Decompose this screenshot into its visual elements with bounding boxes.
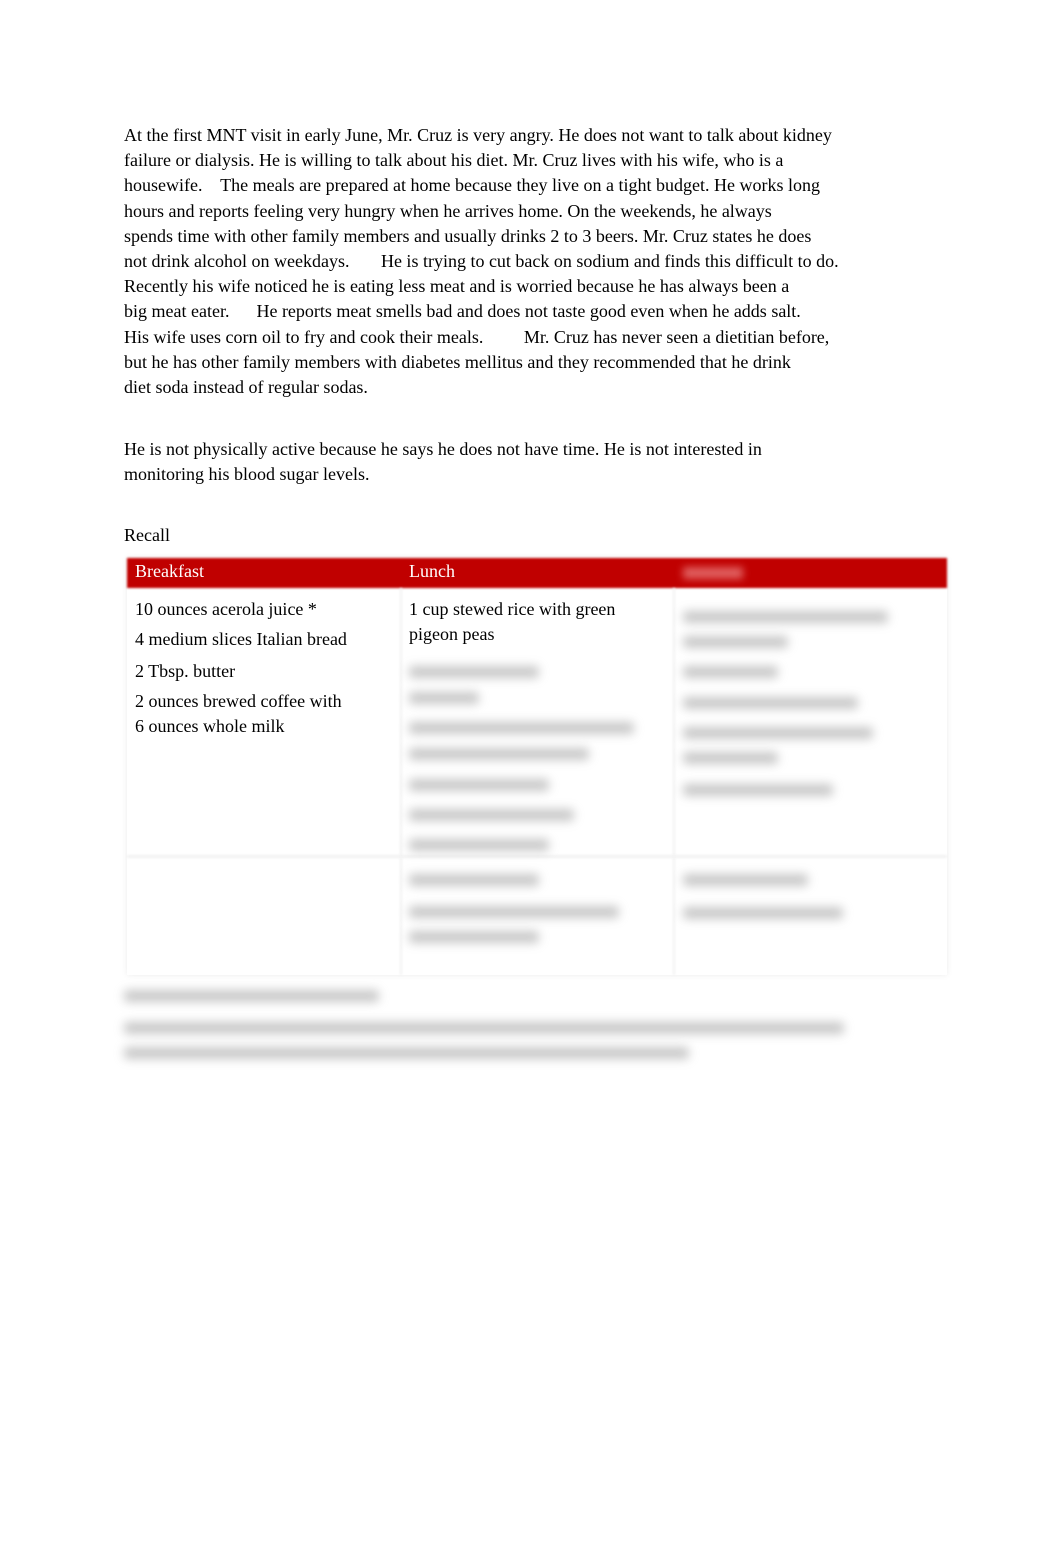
- text-line: housewife. The meals are prepared at hom…: [124, 175, 820, 196]
- blurred-text: [409, 692, 479, 704]
- blurred-text: [683, 784, 833, 796]
- blurred-text: [683, 666, 778, 678]
- blurred-text: [683, 907, 843, 919]
- breakfast-item: 4 medium slices Italian bread: [135, 629, 347, 649]
- header-breakfast: Breakfast: [135, 561, 204, 581]
- text-line: He is not physically active because he s…: [124, 439, 762, 459]
- blurred-text: [409, 931, 539, 943]
- column-divider: [400, 588, 402, 975]
- text-line: diet soda instead of regular sodas.: [124, 377, 368, 397]
- text-line: spends time with other family members an…: [124, 225, 812, 246]
- blurred-text: [683, 636, 788, 648]
- blurred-footnote: [124, 990, 379, 1002]
- table-header-bar: [127, 558, 947, 588]
- lunch-item: 1 cup stewed rice with green pigeon peas: [409, 599, 616, 644]
- text-line: not drink alcohol on weekdays. He is try…: [124, 251, 839, 271]
- row-divider: [127, 855, 947, 858]
- breakfast-item: 2 ounces brewed coffee with 6 ounces who…: [135, 691, 342, 736]
- blurred-text: [683, 697, 858, 709]
- header-lunch: Lunch: [409, 561, 455, 581]
- header-dinner-blurred: [683, 567, 743, 579]
- blurred-text: [409, 906, 619, 918]
- text-line: Recently his wife noticed he is eating l…: [124, 276, 790, 297]
- text-line: but he has other family members with dia…: [124, 351, 791, 372]
- blurred-text: [409, 839, 549, 851]
- blurred-text: [409, 779, 549, 791]
- text-line: failure or dialysis. He is willing to ta…: [124, 150, 784, 171]
- breakfast-item: 10 ounces acerola juice *: [135, 599, 317, 619]
- text-line: At the first MNT visit in early June, Mr…: [124, 125, 832, 145]
- document-page: At the first MNT visit in early June, Mr…: [0, 0, 1062, 1561]
- recall-table: Breakfast Lunch 10 ounces acerola juice …: [127, 558, 947, 975]
- text-line: monitoring his blood sugar levels.: [124, 464, 370, 485]
- blurred-text: [409, 722, 634, 734]
- blurred-text: [409, 748, 589, 760]
- recall-label: Recall: [124, 525, 170, 545]
- column-divider: [673, 588, 675, 975]
- blurred-text: [683, 727, 873, 739]
- blurred-text: [409, 809, 574, 821]
- blurred-text: [683, 874, 808, 886]
- blurred-text: [409, 874, 539, 886]
- text-line: big meat eater. He reports meat smells b…: [124, 301, 801, 322]
- blurred-footnote: [124, 1047, 689, 1059]
- blurred-text: [683, 752, 778, 764]
- text-line: hours and reports feeling very hungry wh…: [124, 200, 772, 221]
- blurred-text: [683, 611, 888, 623]
- blurred-footnote: [124, 1022, 844, 1034]
- breakfast-item: 2 Tbsp. butter: [135, 661, 236, 681]
- blurred-text: [409, 666, 539, 678]
- text-line: His wife uses corn oil to fry and cook t…: [124, 326, 830, 347]
